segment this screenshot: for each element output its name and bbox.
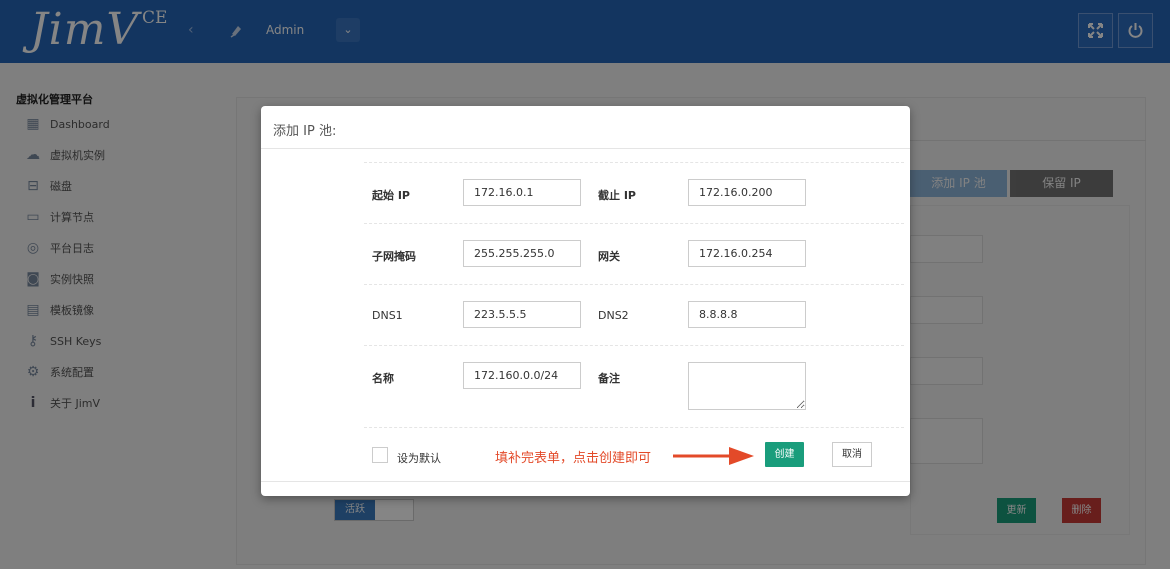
end-ip-label: 截止 IP (598, 189, 636, 202)
gateway-input[interactable]: 172.16.0.254 (688, 240, 806, 267)
remark-textarea[interactable] (688, 362, 806, 410)
cancel-button[interactable]: 取消 (832, 442, 872, 467)
divider (364, 284, 904, 285)
divider (261, 148, 910, 149)
dns2-label: DNS2 (598, 309, 629, 322)
start-ip-input[interactable]: 172.16.0.1 (463, 179, 581, 206)
gateway-label: 网关 (598, 250, 620, 263)
divider (261, 481, 910, 482)
set-default-checkbox[interactable] (372, 447, 388, 463)
create-button[interactable]: 创建 (765, 442, 804, 467)
start-ip-label: 起始 IP (372, 189, 410, 202)
dns1-label: DNS1 (372, 309, 403, 322)
name-input[interactable]: 172.160.0.0/24 (463, 362, 581, 389)
dns1-input[interactable]: 223.5.5.5 (463, 301, 581, 328)
arrow-right-icon (673, 447, 754, 465)
divider (364, 427, 904, 428)
add-ip-pool-modal: 添加 IP 池: 起始 IP 172.16.0.1 截止 IP 172.16.0… (261, 106, 910, 496)
dns2-input[interactable]: 8.8.8.8 (688, 301, 806, 328)
modal-title: 添加 IP 池: (273, 124, 337, 139)
netmask-input[interactable]: 255.255.255.0 (463, 240, 581, 267)
netmask-label: 子网掩码 (372, 250, 416, 263)
divider (364, 345, 904, 346)
annotation-text: 填补完表单，点击创建即可 (495, 451, 652, 466)
name-label: 名称 (372, 372, 394, 385)
end-ip-input[interactable]: 172.16.0.200 (688, 179, 806, 206)
divider (364, 162, 904, 163)
divider (364, 223, 904, 224)
set-default-label: 设为默认 (397, 452, 441, 465)
remark-label: 备注 (598, 372, 620, 385)
